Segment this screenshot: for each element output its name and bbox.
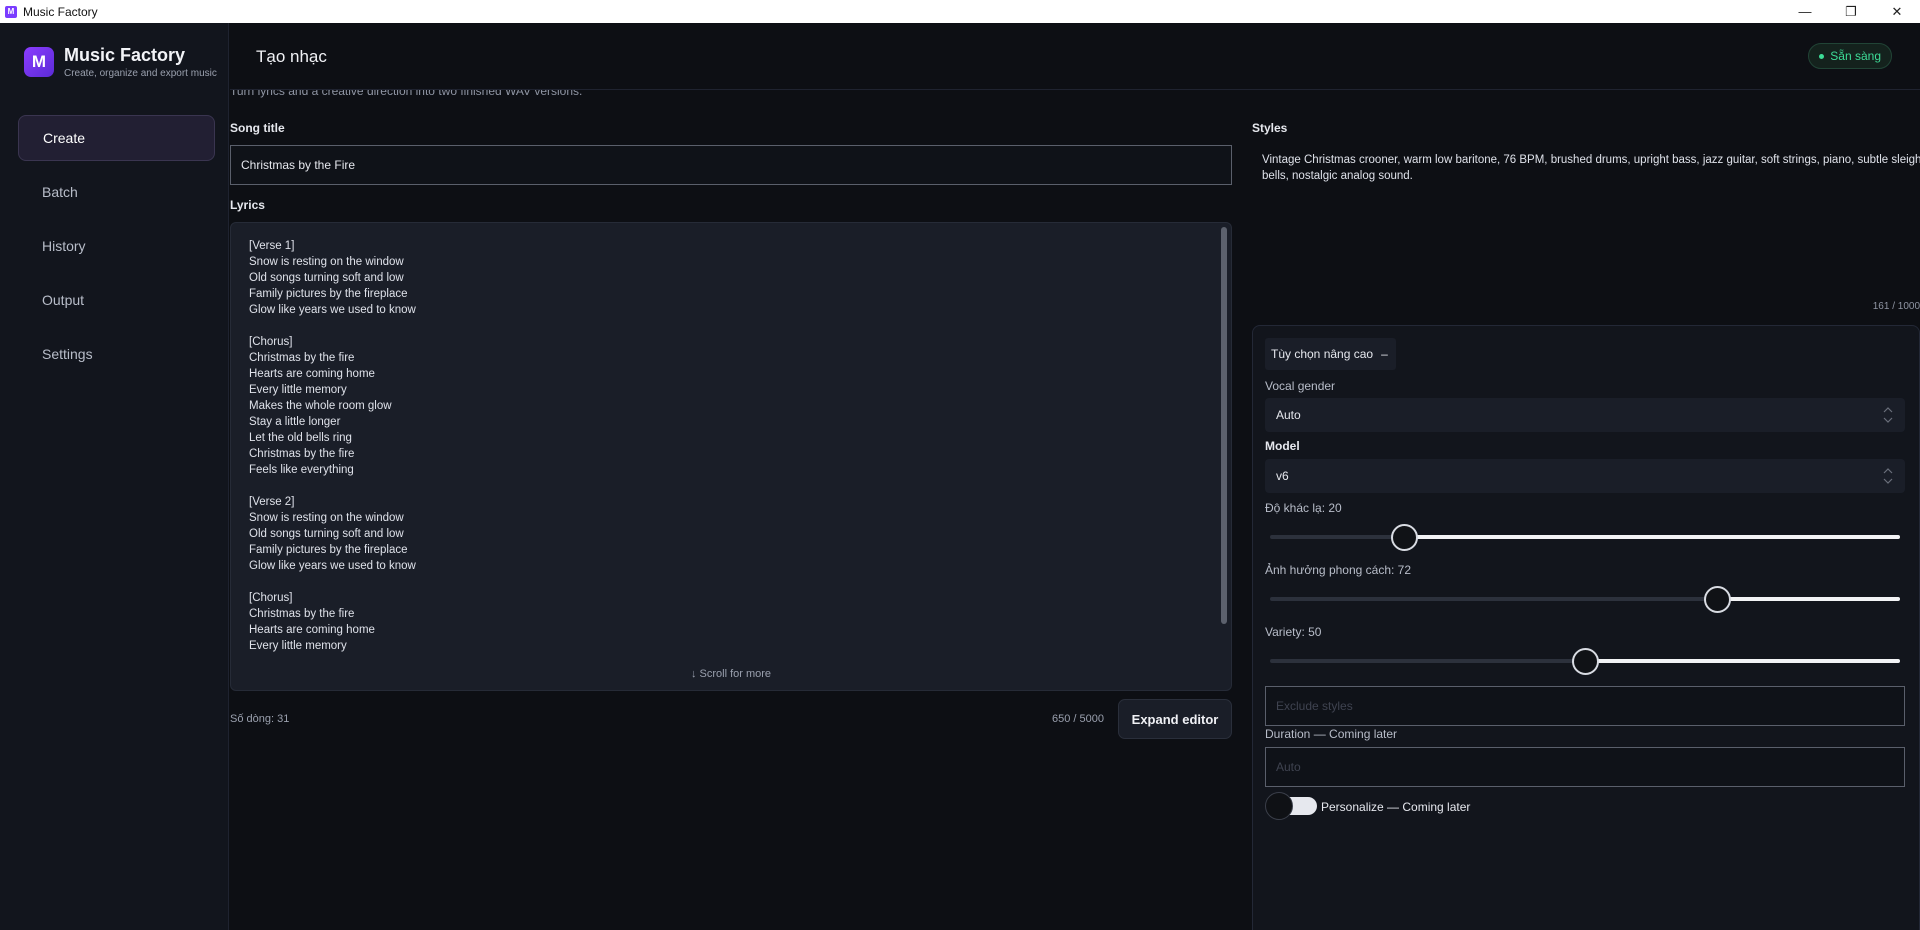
expand-editor-button[interactable]: Expand editor (1118, 699, 1232, 739)
lyrics-line: Old songs turning soft and low (249, 272, 404, 284)
exclude-styles-placeholder: Exclude styles (1276, 699, 1353, 713)
page-title: Tạo nhạc (256, 47, 327, 66)
status-text: Sẵn sàng (1830, 49, 1881, 63)
variety-label: Variety: 50 (1265, 625, 1322, 639)
lyrics-line (249, 574, 416, 590)
duration-input[interactable]: Auto (1265, 747, 1905, 787)
lyrics-line: Christmas by the fire (249, 608, 355, 620)
lyrics-line: Old songs turning soft and low (249, 528, 404, 540)
lyrics-char-count: 650 / 5000 (1052, 713, 1104, 725)
song-title-value: Christmas by the Fire (241, 158, 356, 172)
music-factory-logo-icon: M (24, 47, 54, 77)
style-influence-slider[interactable] (1270, 584, 1900, 614)
sidebar-item-history[interactable]: History (18, 223, 215, 269)
window-title: Music Factory (23, 4, 98, 19)
duration-placeholder: Auto (1276, 760, 1301, 774)
styles-input[interactable]: Vintage Christmas crooner, warm low bari… (1262, 152, 1920, 184)
sidebar-item-create[interactable]: Create (18, 115, 215, 161)
model-value: v6 (1276, 469, 1289, 483)
minimize-button[interactable]: — (1782, 0, 1828, 23)
lyrics-text: [Verse 1] Snow is resting on the window Ol… (249, 238, 416, 654)
exclude-styles-input[interactable]: Exclude styles (1265, 686, 1905, 726)
lyrics-line: Christmas by the fire (249, 448, 355, 460)
lyrics-line: Hearts are coming home (249, 368, 375, 380)
styles-char-count: 161 / 1000 (1872, 301, 1920, 312)
slider-thumb[interactable] (1390, 524, 1418, 551)
restore-button[interactable]: ❐ (1828, 0, 1874, 23)
slider-thumb[interactable] (1704, 586, 1732, 613)
brand: M Music Factory Create, organize and exp… (24, 45, 217, 79)
advanced-options-label: Tùy chọn nâng cao (1271, 347, 1374, 361)
song-title-label: Song title (230, 121, 285, 135)
select-chevron-icon (1883, 468, 1893, 484)
lyrics-line: Let the old bells ring (249, 432, 352, 444)
lyrics-line: Every little memory (249, 384, 347, 396)
model-select[interactable]: v6 (1265, 459, 1905, 493)
scroll-hint: ↓ Scroll for more (690, 668, 772, 680)
weirdness-slider[interactable] (1270, 522, 1900, 552)
lyrics-line (249, 318, 416, 334)
status-dot-icon (1819, 53, 1825, 59)
lyrics-line: Family pictures by the fireplace (249, 544, 408, 556)
sidebar-item-settings[interactable]: Settings (18, 331, 215, 377)
lyrics-line: [Chorus] (249, 592, 293, 604)
close-button[interactable]: ✕ (1874, 0, 1920, 23)
status-badge: Sẵn sàng (1808, 43, 1892, 69)
vocal-gender-value: Auto (1276, 408, 1301, 422)
advanced-options-panel: Tùy chọn nâng cao – Vocal gender Auto Mo… (1252, 325, 1920, 930)
lyrics-line: Stay a little longer (249, 416, 341, 428)
lyrics-label: Lyrics (230, 198, 265, 212)
sidebar: M Music Factory Create, organize and exp… (0, 23, 229, 930)
line-count: Số dòng: 31 (230, 713, 290, 725)
sidebar-item-batch[interactable]: Batch (18, 169, 215, 215)
sidebar-item-output[interactable]: Output (18, 277, 215, 323)
lyrics-line: Christmas by the fire (249, 352, 355, 364)
main-content: Turn lyrics and a creative direction int… (230, 90, 1920, 930)
lyrics-line: Feels like everything (249, 464, 354, 476)
lyrics-line: Makes the whole room glow (249, 400, 392, 412)
styles-label: Styles (1252, 121, 1288, 135)
lyrics-line: Every little memory (249, 640, 347, 652)
personalize-label: Personalize — Coming later (1321, 800, 1471, 814)
lyrics-line: Snow is resting on the window (249, 512, 404, 524)
variety-slider[interactable] (1270, 646, 1900, 676)
collapse-icon: – (1381, 347, 1388, 361)
lyrics-line: Snow is resting on the window (249, 256, 404, 268)
brand-name: Music Factory (64, 45, 186, 65)
brand-tagline: Create, organize and export music (64, 68, 217, 79)
song-title-input[interactable]: Christmas by the Fire (230, 145, 1232, 185)
lyrics-line: Family pictures by the fireplace (249, 288, 408, 300)
lyrics-line: Glow like years we used to know (249, 560, 416, 572)
lyrics-line: [Chorus] (249, 336, 293, 348)
window-controls: — ❐ ✕ (1782, 0, 1920, 23)
page-subtitle: Turn lyrics and a creative direction int… (230, 90, 583, 98)
app-logo-icon: M (5, 5, 17, 18)
duration-label: Duration — Coming later (1265, 727, 1398, 741)
lyrics-line: [Verse 2] (249, 496, 295, 508)
select-chevron-icon (1883, 407, 1893, 423)
personalize-toggle[interactable] (1265, 792, 1317, 820)
model-label: Model (1265, 439, 1300, 453)
weirdness-label: Độ khác lạ: 20 (1265, 501, 1342, 515)
lyrics-line (249, 478, 416, 494)
style-influence-label: Ảnh hưởng phong cách: 72 (1265, 563, 1412, 577)
slider-thumb[interactable] (1571, 648, 1599, 675)
advanced-options-toggle[interactable]: Tùy chọn nâng cao – (1265, 338, 1396, 370)
lyrics-line: Hearts are coming home (249, 624, 375, 636)
lyrics-scrollbar[interactable] (1221, 227, 1227, 624)
lyrics-line: [Verse 1] (249, 240, 295, 252)
toggle-knob (1265, 792, 1293, 820)
vocal-gender-select[interactable]: Auto (1265, 398, 1905, 432)
window-titlebar: M Music Factory — ❐ ✕ (0, 0, 1920, 23)
sidebar-nav: Create Batch History Output Settings (18, 115, 215, 385)
vocal-gender-label: Vocal gender (1265, 379, 1336, 393)
page-header: Tạo nhạc Sẵn sàng (230, 23, 1920, 90)
lyrics-editor[interactable]: [Verse 1] Snow is resting on the window Ol… (230, 222, 1232, 691)
lyrics-line: Glow like years we used to know (249, 304, 416, 316)
